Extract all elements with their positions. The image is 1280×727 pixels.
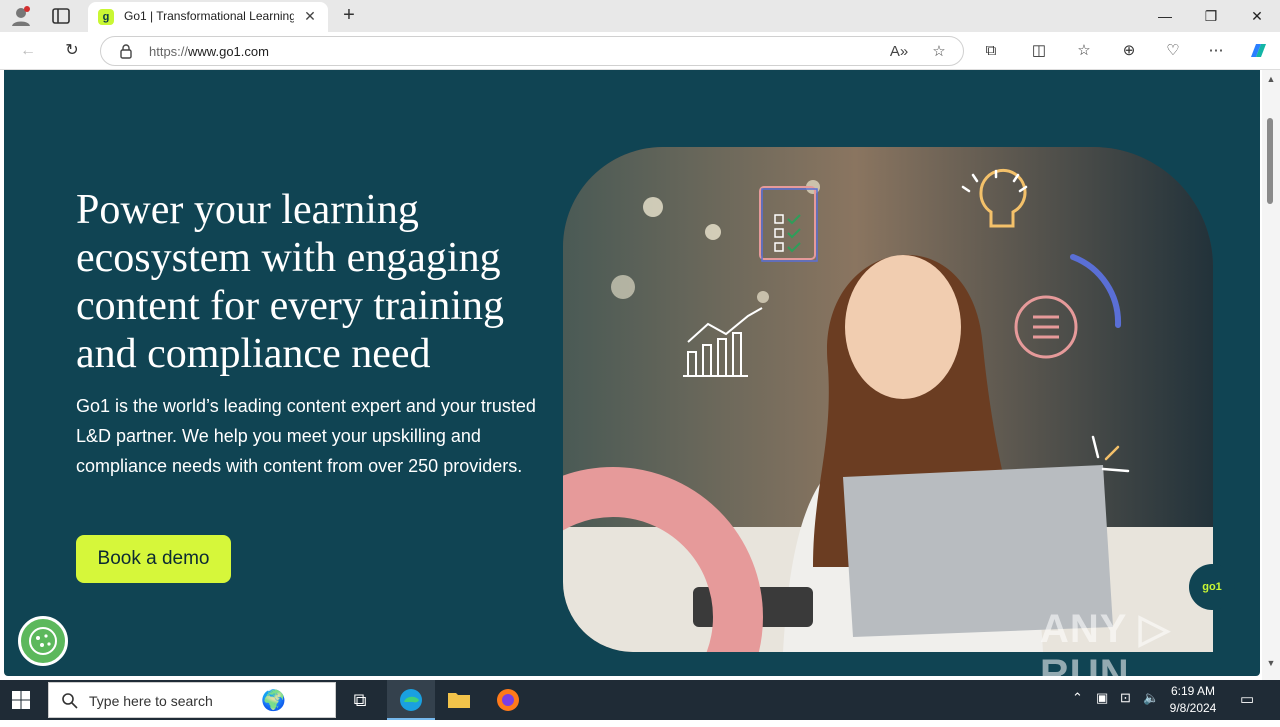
collections-icon[interactable]: ⊕: [1117, 39, 1141, 63]
scrollbar-thumb[interactable]: [1267, 118, 1273, 204]
book-demo-button[interactable]: Book a demo: [76, 535, 231, 583]
tray-device-icon[interactable]: ▣: [1096, 690, 1108, 706]
edge-logo-icon: [400, 689, 422, 711]
tray-chevron-icon[interactable]: ⌃: [1072, 690, 1083, 706]
browser-essentials-icon[interactable]: ♡: [1161, 39, 1185, 63]
page-viewport: Power your learning ecosystem with engag…: [0, 70, 1262, 696]
address-bar[interactable]: https://www.go1.com A» ☆: [100, 36, 964, 66]
hero-section: Power your learning ecosystem with engag…: [4, 70, 1260, 696]
network-icon[interactable]: ⊡: [1120, 690, 1131, 706]
tab-title: Go1 | Transformational Learning f: [124, 9, 294, 23]
tab-go1[interactable]: g Go1 | Transformational Learning f ✕: [88, 2, 328, 32]
taskbar-clock[interactable]: 6:19 AM 9/8/2024: [1160, 683, 1226, 717]
volume-icon[interactable]: 🔈: [1143, 690, 1159, 706]
page-scrollbar[interactable]: ▲ ▼: [1262, 70, 1280, 680]
close-tab-icon[interactable]: ✕: [302, 8, 318, 24]
notifications-icon[interactable]: ▭: [1240, 690, 1254, 708]
url-host: www.go1.com: [188, 44, 269, 59]
close-window-icon[interactable]: ✕: [1234, 0, 1280, 32]
url-scheme: https://: [149, 44, 189, 59]
lock-icon[interactable]: [119, 43, 133, 59]
hero-headline: Power your learning ecosystem with engag…: [76, 187, 504, 377]
folder-icon: [448, 693, 470, 708]
windows-start-icon[interactable]: [10, 689, 32, 711]
read-aloud-icon[interactable]: A»: [887, 40, 911, 64]
firefox-taskbar-icon[interactable]: [484, 680, 532, 720]
new-tab-icon[interactable]: +: [338, 5, 360, 27]
url-text[interactable]: https://www.go1.com: [149, 44, 269, 59]
more-menu-icon[interactable]: ⋯: [1204, 39, 1228, 63]
back-icon[interactable]: ←: [16, 39, 40, 63]
task-view-icon[interactable]: ⧉: [336, 680, 384, 720]
clock-date: 9/8/2024: [1169, 701, 1217, 715]
edge-taskbar-icon[interactable]: [387, 680, 435, 720]
go1-favicon-icon: g: [98, 9, 114, 25]
hero-photo: [563, 147, 1213, 652]
scroll-up-icon[interactable]: ▲: [1265, 74, 1277, 86]
restore-icon[interactable]: ❐: [1188, 0, 1234, 32]
extensions-icon[interactable]: ⧉: [979, 39, 1003, 63]
go1-chat-button[interactable]: go1: [1189, 564, 1235, 610]
scroll-down-icon[interactable]: ▼: [1265, 658, 1277, 670]
browser-titlebar: g Go1 | Transformational Learning f ✕ + …: [0, 0, 1280, 32]
refresh-icon[interactable]: ↻: [60, 39, 84, 63]
split-screen-icon[interactable]: ◫: [1027, 39, 1051, 63]
windows-taskbar: Type here to search 🌍 ⧉ ⌃ ▣ ⊡ 🔈 6:19 AM …: [0, 680, 1280, 720]
taskbar-search-box[interactable]: Type here to search 🌍: [48, 682, 336, 718]
hero-subtext: Go1 is the world’s leading content exper…: [76, 396, 536, 476]
firefox-logo-icon: [497, 689, 519, 711]
clock-time: 6:19 AM: [1170, 684, 1216, 698]
copilot-icon[interactable]: [1246, 39, 1270, 63]
search-highlight-icon: 🌍: [261, 690, 286, 712]
file-explorer-icon[interactable]: [435, 680, 483, 720]
favorites-icon[interactable]: ☆: [1072, 39, 1096, 63]
search-icon: [62, 693, 78, 709]
search-placeholder: Type here to search: [89, 693, 213, 709]
minimize-icon[interactable]: —: [1142, 0, 1188, 32]
cookie-icon: [29, 627, 57, 655]
favorite-star-icon[interactable]: ☆: [927, 40, 951, 64]
profile-icon[interactable]: [10, 5, 32, 27]
browser-toolbar: ← ↻ https://www.go1.com A» ☆ ⧉ ◫ ☆ ⊕ ♡ ⋯: [0, 32, 1280, 70]
tab-actions-icon[interactable]: [50, 5, 72, 27]
cookie-settings-icon[interactable]: [18, 616, 68, 666]
